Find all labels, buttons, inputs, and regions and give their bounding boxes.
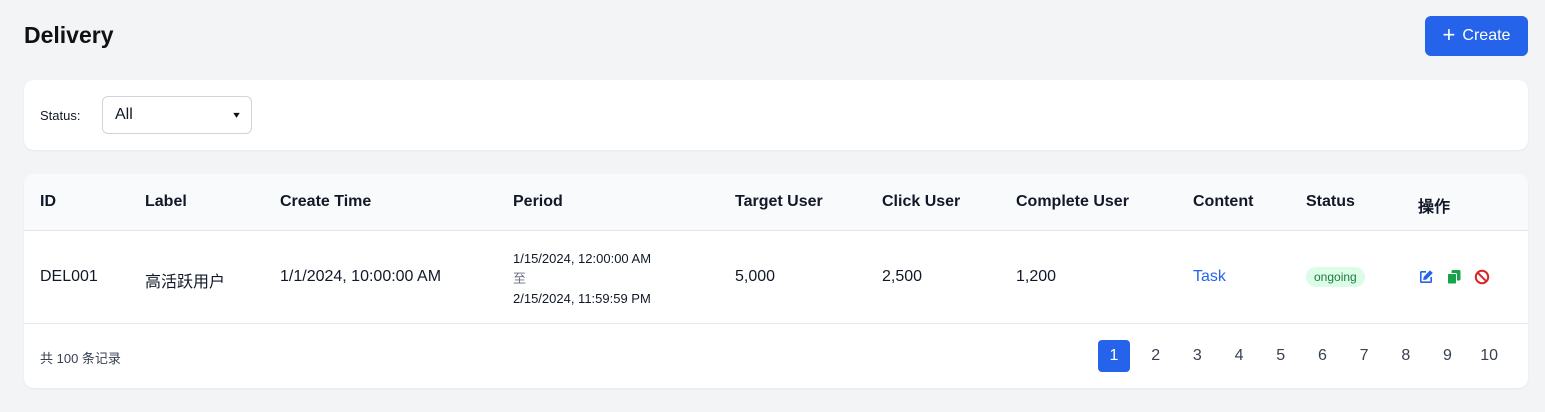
table-footer: 共 100 条记录 1 2 3 4 5 6 7 8 9 10 (24, 324, 1528, 388)
status-badge: ongoing (1306, 267, 1365, 287)
page-button-3[interactable]: 3 (1181, 340, 1213, 372)
col-header-status: Status (1306, 193, 1355, 210)
col-header-period: Period (513, 193, 563, 210)
page-button-5[interactable]: 5 (1265, 340, 1297, 372)
page-button-4[interactable]: 4 (1223, 340, 1255, 372)
cell-id: DEL001 (40, 268, 98, 285)
disable-icon[interactable] (1474, 269, 1490, 285)
cell-label: 高活跃用户 (145, 274, 226, 291)
period-separator: 至 (513, 271, 527, 286)
col-header-actions: 操作 (1418, 199, 1451, 216)
page-button-9[interactable]: 9 (1432, 340, 1464, 372)
cell-create-time: 1/1/2024, 10:00:00 AM (280, 268, 442, 285)
page-title: Delivery (24, 22, 114, 48)
col-header-id: ID (40, 193, 56, 210)
pagination: 1 2 3 4 5 6 7 8 9 10 (1098, 340, 1515, 372)
filter-panel: Status: All ▾ (24, 80, 1528, 150)
delivery-table: ID Label Create Time Period Target User … (24, 174, 1528, 388)
cell-click-user: 2,500 (882, 268, 923, 285)
create-button-label: Create (1462, 27, 1511, 44)
col-header-click-user: Click User (882, 193, 961, 210)
page-button-7[interactable]: 7 (1348, 340, 1380, 372)
col-header-content: Content (1193, 193, 1254, 210)
plus-icon: + (1442, 22, 1456, 47)
create-button[interactable]: + Create (1425, 16, 1528, 56)
row-actions (1418, 269, 1490, 285)
table-header: ID Label Create Time Period Target User … (24, 174, 1528, 231)
table-row: DEL001 高活跃用户 1/1/2024, 10:00:00 AM 1/15/… (24, 231, 1528, 324)
col-header-target-user: Target User (735, 193, 823, 210)
edit-icon[interactable] (1418, 269, 1434, 285)
status-select[interactable]: All ▾ (102, 96, 252, 134)
status-select-value: All (115, 106, 133, 123)
content-link[interactable]: Task (1193, 268, 1226, 286)
page-button-6[interactable]: 6 (1306, 340, 1338, 372)
col-header-complete-user: Complete User (1016, 193, 1129, 210)
copy-icon[interactable] (1446, 269, 1462, 285)
cell-target-user: 5,000 (735, 268, 776, 285)
page-button-2[interactable]: 2 (1140, 340, 1172, 372)
cell-period: 1/15/2024, 12:00:00 AM 至 2/15/2024, 11:5… (513, 249, 651, 309)
page-button-1[interactable]: 1 (1098, 340, 1130, 372)
page-button-8[interactable]: 8 (1390, 340, 1422, 372)
col-header-create-time: Create Time (280, 193, 372, 210)
cell-complete-user: 1,200 (1016, 268, 1057, 285)
page-button-10[interactable]: 10 (1473, 340, 1505, 372)
chevron-down-icon: ▾ (233, 109, 240, 121)
period-start: 1/15/2024, 12:00:00 AM (513, 251, 652, 266)
status-filter-label: Status: (40, 108, 81, 123)
period-end: 2/15/2024, 11:59:59 PM (513, 291, 651, 306)
total-records: 共 100 条记录 (40, 351, 121, 366)
col-header-label: Label (145, 193, 187, 210)
